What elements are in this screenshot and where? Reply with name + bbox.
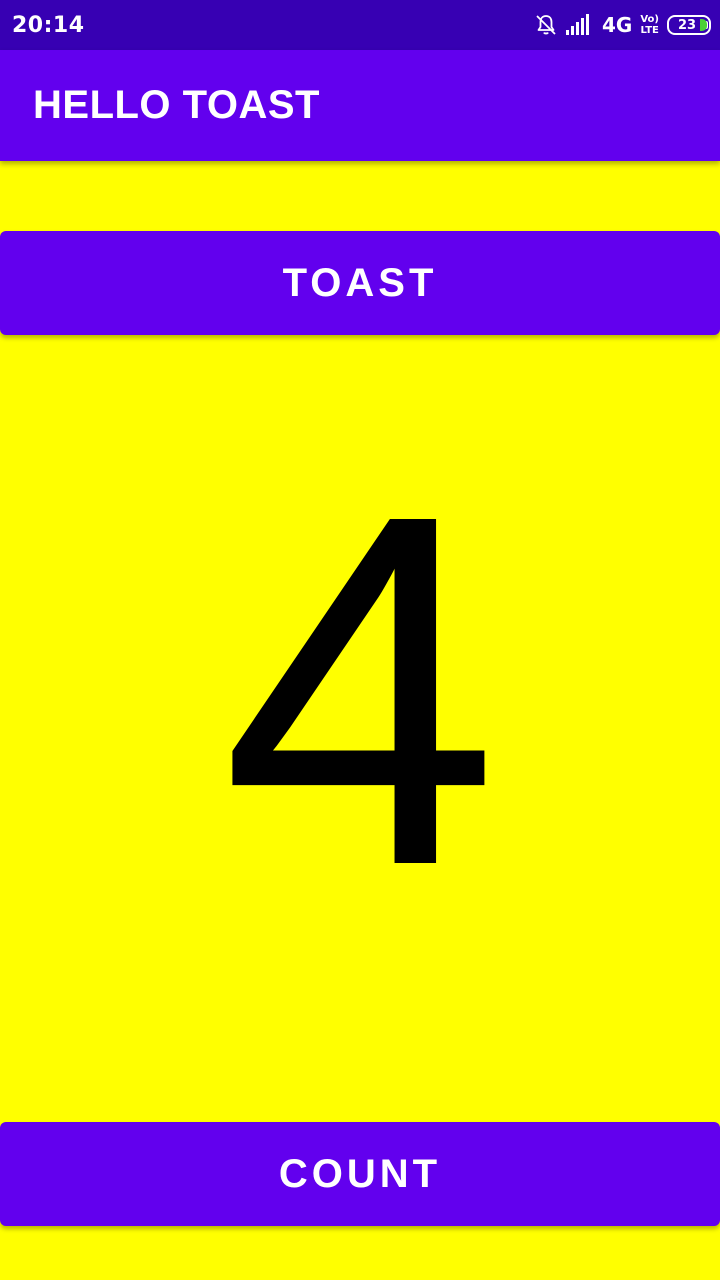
battery-body: 23 xyxy=(667,15,711,35)
app-bar: HELLO TOAST xyxy=(0,50,720,161)
toast-button[interactable]: TOAST xyxy=(0,231,720,335)
volte-indicator: Vo) LTE xyxy=(640,14,659,36)
volte-top: Vo) xyxy=(640,14,659,25)
status-icons: 4G Vo) LTE 23 xyxy=(534,13,711,37)
notifications-off-icon xyxy=(534,13,558,37)
volte-bottom: LTE xyxy=(640,25,659,36)
count-display: 4 xyxy=(220,410,500,969)
battery-percentage: 23 xyxy=(677,17,697,33)
signal-icon xyxy=(566,14,594,36)
battery-icon: 23 xyxy=(667,15,711,35)
status-time: 20:14 xyxy=(12,12,85,38)
app-title: HELLO TOAST xyxy=(33,83,320,127)
count-button[interactable]: COUNT xyxy=(0,1122,720,1226)
battery-level xyxy=(700,19,707,31)
status-bar: 20:14 4G Vo) LTE 23 xyxy=(0,0,720,50)
network-type: 4G xyxy=(602,13,633,37)
